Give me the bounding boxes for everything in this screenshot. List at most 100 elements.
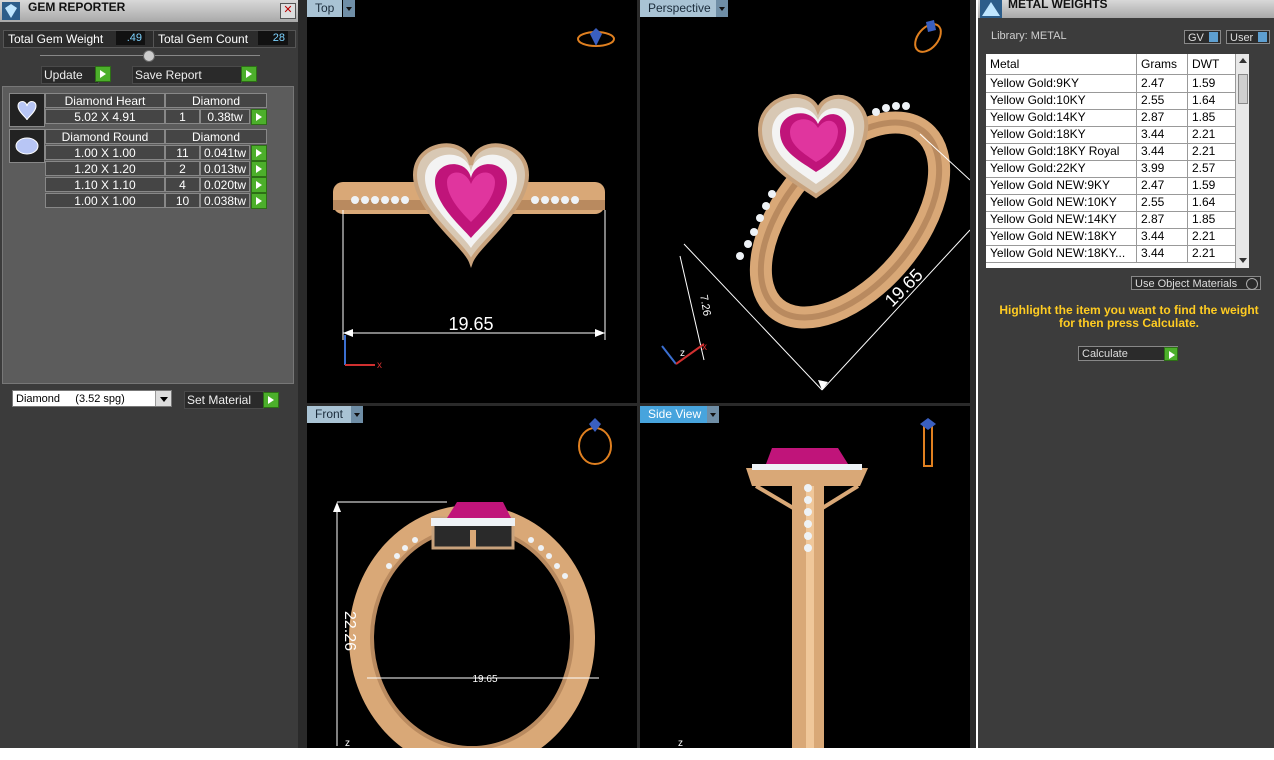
gem-row-select-icon[interactable] bbox=[251, 145, 267, 161]
front-ring-render: 22.26 19.65 z bbox=[333, 418, 612, 748]
table-row[interactable]: Yellow Gold:18KY 3.44 2.21 bbox=[986, 126, 1249, 144]
splitter-handle[interactable] bbox=[143, 50, 155, 62]
column-header-metal[interactable]: Metal bbox=[986, 54, 1137, 74]
front-dimension-label: 22.26 bbox=[341, 611, 358, 651]
table-row[interactable]: Yellow Gold:14KY 2.87 1.85 bbox=[986, 109, 1249, 127]
side-viewport[interactable]: Side View z bbox=[640, 406, 970, 748]
table-cell-metal: Yellow Gold:9KY bbox=[986, 75, 1137, 92]
table-scrollbar[interactable] bbox=[1235, 54, 1249, 268]
table-row[interactable]: Yellow Gold:22KY 3.99 2.57 bbox=[986, 160, 1249, 178]
perspective-ring-render: 19.65 7.26 z x bbox=[661, 20, 970, 391]
update-button[interactable]: Update bbox=[41, 66, 99, 84]
table-row[interactable]: Yellow Gold NEW:14KY 2.87 1.85 bbox=[986, 211, 1249, 229]
gv-button[interactable]: GV bbox=[1184, 30, 1221, 44]
table-cell-grams: 2.87 bbox=[1137, 211, 1188, 228]
metal-weights-icon bbox=[980, 0, 1002, 18]
gem-count-cell: 1 bbox=[165, 109, 200, 124]
gem-weight-cell: 0.041tw bbox=[200, 145, 250, 160]
front-viewport[interactable]: Front 22.26 19.65 z bbox=[307, 406, 637, 748]
table-cell-metal: Yellow Gold:22KY bbox=[986, 160, 1137, 177]
close-gem-reporter-button[interactable]: ✕ bbox=[280, 3, 296, 19]
user-button-label: User bbox=[1230, 32, 1254, 44]
update-arrow-icon[interactable] bbox=[95, 66, 111, 82]
calculate-arrow-icon[interactable] bbox=[1164, 347, 1178, 361]
gem-material-header: Diamond bbox=[165, 129, 267, 144]
axis-x-label: x bbox=[702, 342, 707, 353]
set-material-button[interactable]: Set Material bbox=[184, 391, 264, 409]
axis-x-label: x bbox=[377, 360, 382, 371]
top-dimension-label: 19.65 bbox=[448, 314, 493, 334]
perspective-viewport[interactable]: Perspective 19.65 7.26 z x bbox=[640, 0, 970, 403]
table-cell-metal: Yellow Gold:14KY bbox=[986, 109, 1137, 126]
set-material-arrow-icon[interactable] bbox=[263, 392, 279, 408]
table-cell-grams: 3.44 bbox=[1137, 126, 1188, 143]
top-viewport[interactable]: Top 19.65 x bbox=[307, 0, 637, 403]
table-cell-grams: 2.87 bbox=[1137, 109, 1188, 126]
use-object-materials-label: Use Object Materials bbox=[1135, 278, 1238, 290]
scrollbar-thumb[interactable] bbox=[1238, 74, 1248, 104]
table-row[interactable]: Yellow Gold NEW:18KY... 3.44 2.21 bbox=[986, 245, 1249, 263]
table-row[interactable]: Yellow Gold NEW:18KY 3.44 2.21 bbox=[986, 228, 1249, 246]
table-row[interactable]: Yellow Gold:9KY 2.47 1.59 bbox=[986, 75, 1249, 93]
gv-toggle-icon bbox=[1209, 32, 1218, 42]
front-dimension-hidden: 19.65 bbox=[472, 674, 497, 685]
user-button[interactable]: User bbox=[1226, 30, 1270, 44]
table-row[interactable]: Yellow Gold NEW:9KY 2.47 1.59 bbox=[986, 177, 1249, 195]
table-cell-grams: 3.44 bbox=[1137, 228, 1188, 245]
gem-row-select-icon[interactable] bbox=[251, 161, 267, 177]
gem-size-cell: 5.02 X 4.91 bbox=[45, 109, 165, 124]
metal-weights-panel: METAL WEIGHTS Library: METAL GV User Met… bbox=[978, 0, 1274, 748]
gem-size-cell: 1.10 X 1.10 bbox=[45, 177, 165, 192]
viewport-area: Top 19.65 x Perspective 19.65 7.26 z x F… bbox=[298, 0, 976, 748]
gem-size-cell: 1.00 X 1.00 bbox=[45, 193, 165, 208]
library-label: Library: METAL bbox=[991, 30, 1067, 42]
chevron-down-icon[interactable] bbox=[155, 391, 171, 406]
top-ring-render: 19.65 x bbox=[333, 28, 615, 371]
gem-count-cell: 2 bbox=[165, 161, 200, 176]
user-toggle-icon bbox=[1258, 32, 1267, 42]
table-row[interactable]: Yellow Gold NEW:10KY 2.55 1.64 bbox=[986, 194, 1249, 212]
metal-weights-title: METAL WEIGHTS bbox=[1008, 0, 1108, 11]
table-cell-grams: 3.99 bbox=[1137, 160, 1188, 177]
table-cell-grams: 3.44 bbox=[1137, 143, 1188, 160]
table-row[interactable]: Yellow Gold:10KY 2.55 1.64 bbox=[986, 92, 1249, 110]
gv-button-label: GV bbox=[1188, 32, 1204, 44]
gem-shape-header: Diamond Round bbox=[45, 129, 165, 144]
instruction-text: Highlight the item you want to find the … bbox=[999, 303, 1259, 330]
metal-weights-table[interactable]: Metal Grams DWT Yellow Gold:9KY 2.47 1.59 Y… bbox=[986, 54, 1249, 268]
gem-weight-cell: 0.038tw bbox=[200, 193, 250, 208]
calculate-button[interactable]: Calculate bbox=[1078, 346, 1178, 361]
save-report-button[interactable]: Save Report bbox=[132, 66, 242, 84]
table-cell-grams: 2.47 bbox=[1137, 75, 1188, 92]
use-object-materials-toggle[interactable]: Use Object Materials bbox=[1131, 276, 1261, 290]
table-cell-grams: 2.55 bbox=[1137, 194, 1188, 211]
table-cell-metal: Yellow Gold NEW:10KY bbox=[986, 194, 1137, 211]
calculate-button-label: Calculate bbox=[1082, 348, 1128, 360]
gem-weight-cell: 0.38tw bbox=[200, 109, 250, 124]
axis-z-label: z bbox=[678, 738, 683, 748]
gem-reporter-icon bbox=[2, 2, 20, 20]
gem-row-select-icon[interactable] bbox=[251, 109, 267, 125]
table-cell-metal: Yellow Gold NEW:18KY... bbox=[986, 245, 1137, 262]
axis-z-label: z bbox=[345, 738, 350, 748]
material-select[interactable]: Diamond (3.52 spg) bbox=[12, 390, 172, 407]
gem-weight-cell: 0.020tw bbox=[200, 177, 250, 192]
table-cell-metal: Yellow Gold NEW:9KY bbox=[986, 177, 1137, 194]
scroll-down-icon[interactable] bbox=[1239, 258, 1247, 263]
gem-material-header: Diamond bbox=[165, 93, 267, 108]
gem-report-list: Diamond Heart Diamond 5.02 X 4.91 1 0.38… bbox=[2, 86, 294, 384]
table-cell-metal: Yellow Gold NEW:18KY bbox=[986, 228, 1137, 245]
gem-reporter-titlebar: GEM REPORTER ✕ bbox=[0, 0, 298, 22]
toggle-indicator-icon bbox=[1246, 278, 1258, 290]
table-cell-metal: Yellow Gold:10KY bbox=[986, 92, 1137, 109]
scroll-up-icon[interactable] bbox=[1239, 58, 1247, 63]
table-row[interactable]: Yellow Gold:18KY Royal 3.44 2.21 bbox=[986, 143, 1249, 161]
table-cell-metal: Yellow Gold NEW:14KY bbox=[986, 211, 1137, 228]
save-report-arrow-icon[interactable] bbox=[241, 66, 257, 82]
gem-row-select-icon[interactable] bbox=[251, 193, 267, 209]
gem-row-select-icon[interactable] bbox=[251, 177, 267, 193]
round-gem-icon bbox=[9, 129, 45, 163]
gem-count-cell: 11 bbox=[165, 145, 200, 160]
column-header-grams[interactable]: Grams bbox=[1137, 54, 1188, 74]
gem-shape-header: Diamond Heart bbox=[45, 93, 165, 108]
